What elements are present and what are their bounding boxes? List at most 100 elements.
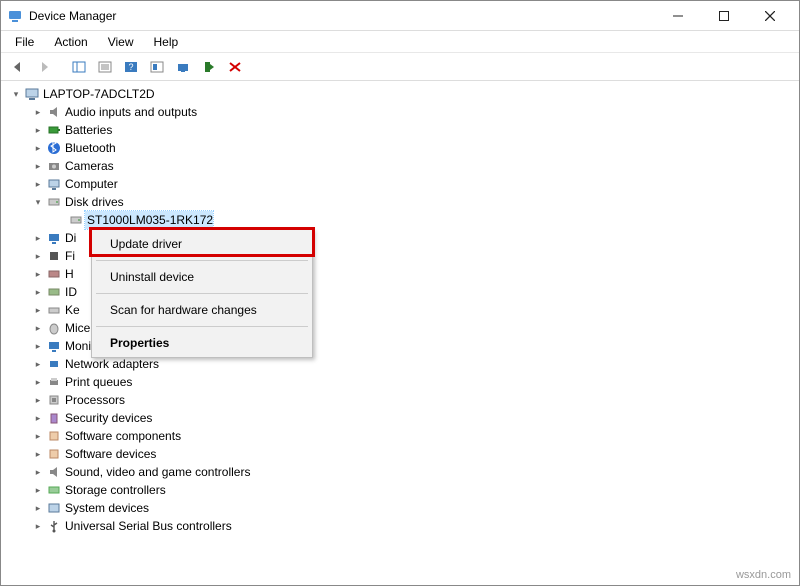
display-icon: [45, 231, 63, 245]
chevron-right-icon[interactable]: ▸: [31, 373, 45, 391]
tree-item-label: Software devices: [63, 445, 156, 463]
chevron-right-icon[interactable]: ▸: [31, 157, 45, 175]
sound-icon: [45, 465, 63, 479]
tree-item-security[interactable]: ▸ Security devices: [31, 409, 799, 427]
tree-item-audio[interactable]: ▸ Audio inputs and outputs: [31, 103, 799, 121]
tree-item-swcomponents[interactable]: ▸ Software components: [31, 427, 799, 445]
ctx-properties[interactable]: Properties: [92, 329, 312, 357]
titlebar: Device Manager: [1, 1, 799, 31]
ctx-uninstall-device[interactable]: Uninstall device: [92, 263, 312, 291]
chevron-right-icon[interactable]: ▸: [31, 499, 45, 517]
chevron-right-icon[interactable]: ▸: [31, 463, 45, 481]
ctx-update-driver[interactable]: Update driver: [92, 230, 312, 258]
chevron-right-icon[interactable]: ▸: [31, 139, 45, 157]
audio-icon: [45, 105, 63, 119]
forward-button[interactable]: [33, 56, 57, 78]
tree-item-label: Di: [63, 229, 76, 247]
maximize-button[interactable]: [701, 1, 747, 31]
chevron-right-icon[interactable]: ▸: [31, 103, 45, 121]
tree-item-label: Sound, video and game controllers: [63, 463, 250, 481]
network-icon: [45, 357, 63, 371]
close-button[interactable]: [747, 1, 793, 31]
monitor-icon: [45, 339, 63, 353]
chevron-right-icon[interactable]: ▸: [31, 283, 45, 301]
tree-item-computer[interactable]: ▸ Computer: [31, 175, 799, 193]
menu-help[interactable]: Help: [144, 33, 189, 51]
uninstall-device-button[interactable]: [197, 56, 221, 78]
ide-icon: [45, 285, 63, 299]
printer-icon: [45, 375, 63, 389]
tree-item-label: Universal Serial Bus controllers: [63, 517, 232, 535]
tree-item-label: Cameras: [63, 157, 114, 175]
ctx-scan-hardware[interactable]: Scan for hardware changes: [92, 296, 312, 324]
tree-item-usb[interactable]: ▸ Universal Serial Bus controllers: [31, 517, 799, 535]
disable-device-button[interactable]: [223, 56, 247, 78]
tree-item-label: Computer: [63, 175, 118, 193]
chevron-right-icon[interactable]: ▸: [31, 481, 45, 499]
tree-item-disk-selected[interactable]: ST1000LM035-1RK172: [53, 211, 799, 229]
chevron-down-icon[interactable]: ▾: [31, 193, 45, 211]
tree-item-bluetooth[interactable]: ▸ Bluetooth: [31, 139, 799, 157]
back-button[interactable]: [7, 56, 31, 78]
chevron-right-icon[interactable]: ▸: [31, 301, 45, 319]
chevron-right-icon[interactable]: ▸: [31, 427, 45, 445]
tree-item-system[interactable]: ▸ System devices: [31, 499, 799, 517]
tree-item-swdevices[interactable]: ▸ Software devices: [31, 445, 799, 463]
chevron-right-icon[interactable]: ▸: [31, 337, 45, 355]
window-title: Device Manager: [29, 9, 116, 23]
svg-text:?: ?: [128, 62, 133, 72]
tree-item-label: Processors: [63, 391, 125, 409]
tree-item-label: Software components: [63, 427, 181, 445]
battery-icon: [45, 123, 63, 137]
tree-root[interactable]: ▾ LAPTOP-7ADCLT2D: [9, 85, 799, 103]
tree-item-label: ID: [63, 283, 77, 301]
menu-action[interactable]: Action: [44, 33, 97, 51]
menu-file[interactable]: File: [5, 33, 44, 51]
chevron-right-icon[interactable]: ▸: [31, 247, 45, 265]
chevron-right-icon[interactable]: ▸: [31, 319, 45, 337]
tree-item-label: Bluetooth: [63, 139, 116, 157]
minimize-button[interactable]: [655, 1, 701, 31]
camera-icon: [45, 159, 63, 173]
usb-icon: [45, 519, 63, 533]
chevron-right-icon[interactable]: ▸: [31, 517, 45, 535]
chevron-down-icon[interactable]: ▾: [9, 85, 23, 103]
tree-item-diskdrives[interactable]: ▾ Disk drives: [31, 193, 799, 211]
chevron-right-icon[interactable]: ▸: [31, 229, 45, 247]
keyboard-icon: [45, 303, 63, 317]
ctx-separator: [96, 260, 308, 261]
computer-icon: [45, 177, 63, 191]
properties-button[interactable]: [93, 56, 117, 78]
tree-item-label: H: [63, 265, 74, 283]
scan-button[interactable]: [145, 56, 169, 78]
chevron-right-icon[interactable]: ▸: [31, 445, 45, 463]
firmware-icon: [45, 249, 63, 263]
tree-item-cameras[interactable]: ▸ Cameras: [31, 157, 799, 175]
show-hide-console-button[interactable]: [67, 56, 91, 78]
security-icon: [45, 411, 63, 425]
tree-item-label: ST1000LM035-1RK172: [85, 211, 213, 229]
storage-icon: [45, 483, 63, 497]
tree-item-sound[interactable]: ▸ Sound, video and game controllers: [31, 463, 799, 481]
hid-icon: [45, 267, 63, 281]
tree-item-label: Batteries: [63, 121, 112, 139]
chevron-right-icon[interactable]: ▸: [31, 409, 45, 427]
update-driver-button[interactable]: [171, 56, 195, 78]
tree-item-label: System devices: [63, 499, 149, 517]
menubar: File Action View Help: [1, 31, 799, 53]
chevron-right-icon[interactable]: ▸: [31, 175, 45, 193]
tree-item-storage[interactable]: ▸ Storage controllers: [31, 481, 799, 499]
chevron-right-icon[interactable]: ▸: [31, 121, 45, 139]
help-button[interactable]: ?: [119, 56, 143, 78]
software-icon: [45, 429, 63, 443]
tree-item-batteries[interactable]: ▸ Batteries: [31, 121, 799, 139]
disk-icon: [45, 195, 63, 209]
chevron-right-icon[interactable]: ▸: [31, 355, 45, 373]
tree-item-label: Audio inputs and outputs: [63, 103, 197, 121]
menu-view[interactable]: View: [98, 33, 144, 51]
chevron-right-icon[interactable]: ▸: [31, 391, 45, 409]
tree-item-processors[interactable]: ▸ Processors: [31, 391, 799, 409]
tree-item-print[interactable]: ▸ Print queues: [31, 373, 799, 391]
chevron-right-icon[interactable]: ▸: [31, 265, 45, 283]
tree-root-label: LAPTOP-7ADCLT2D: [41, 85, 155, 103]
